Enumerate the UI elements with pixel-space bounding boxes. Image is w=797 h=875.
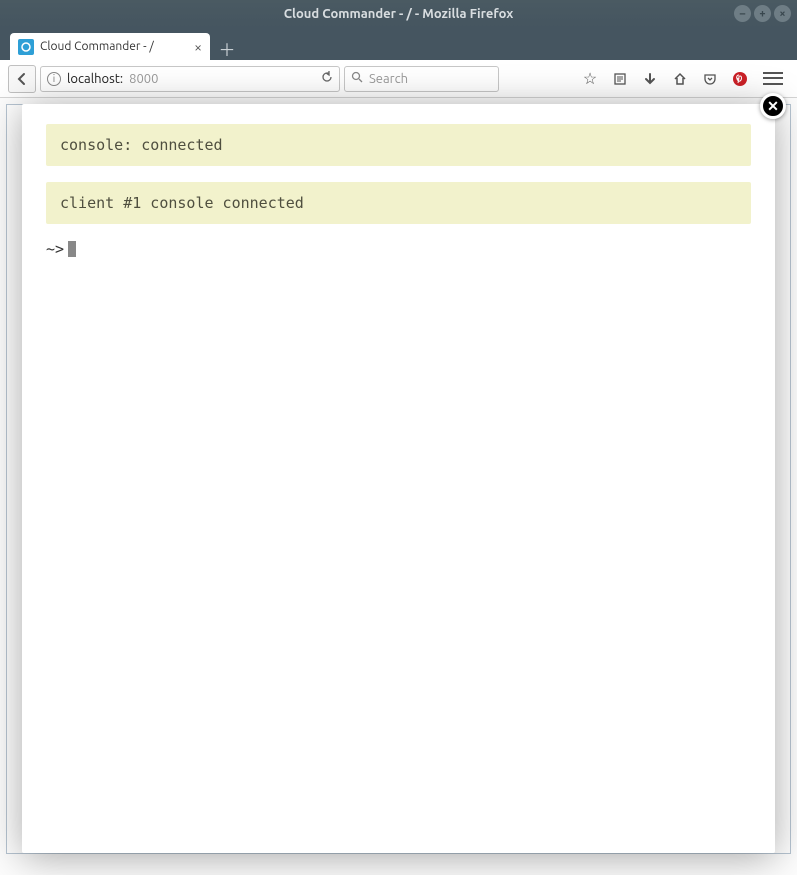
cursor-icon: [68, 241, 76, 257]
window-close-button[interactable]: ×: [774, 5, 791, 22]
console-message: console: connected: [46, 124, 751, 166]
console-prompt[interactable]: ~>: [46, 240, 751, 258]
tab-favicon-icon: [18, 39, 34, 55]
tab-close-icon[interactable]: ×: [194, 39, 202, 55]
console-modal: ✕ console: connected client #1 console c…: [22, 104, 775, 853]
window-titlebar: Cloud Commander - / - Mozilla Firefox – …: [0, 0, 797, 28]
back-button[interactable]: [8, 65, 36, 93]
window-controls: – + ×: [734, 5, 791, 22]
search-bar[interactable]: Search: [344, 66, 499, 92]
pocket-icon[interactable]: [701, 70, 719, 88]
browser-toolbar: i localhost: 8000 Search ☆: [0, 60, 797, 98]
url-domain: localhost:: [67, 72, 123, 86]
tab-title: Cloud Commander - /: [40, 40, 154, 53]
info-icon[interactable]: i: [47, 72, 61, 86]
window-maximize-button[interactable]: +: [754, 5, 771, 22]
bookmark-star-icon[interactable]: ☆: [581, 70, 599, 88]
arrow-left-icon: [15, 72, 29, 86]
window-title: Cloud Commander - / - Mozilla Firefox: [284, 7, 514, 21]
reload-icon: [321, 71, 333, 83]
reload-button[interactable]: [321, 71, 333, 86]
pinterest-icon[interactable]: [731, 70, 749, 88]
console-message: client #1 console connected: [46, 182, 751, 224]
new-tab-button[interactable]: ＋: [214, 36, 240, 60]
download-icon[interactable]: [641, 70, 659, 88]
toolbar-icons: ☆: [581, 69, 789, 89]
window-minimize-button[interactable]: –: [734, 5, 751, 22]
search-icon: [351, 71, 363, 86]
url-port: 8000: [129, 72, 158, 86]
search-placeholder: Search: [369, 72, 408, 86]
tab-strip: Cloud Commander - / × ＋: [0, 28, 797, 60]
reader-icon[interactable]: [611, 70, 629, 88]
modal-close-button[interactable]: ✕: [760, 93, 786, 119]
browser-tab[interactable]: Cloud Commander - / ×: [10, 33, 210, 60]
home-icon[interactable]: [671, 70, 689, 88]
prompt-text: ~>: [46, 240, 64, 258]
url-bar[interactable]: i localhost: 8000: [40, 66, 340, 92]
menu-button[interactable]: [761, 69, 785, 89]
